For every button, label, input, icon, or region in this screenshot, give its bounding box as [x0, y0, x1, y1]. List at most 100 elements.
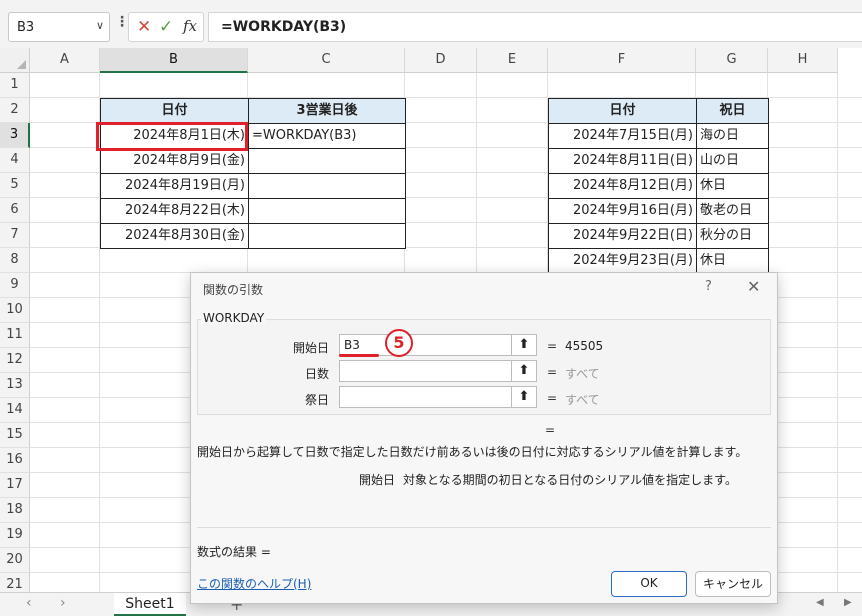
more-options-icon[interactable]: ⋮ [115, 14, 129, 30]
row-header-17[interactable]: 17 [0, 473, 30, 498]
left-table-cell[interactable]: =WORKDAY(B3) [248, 123, 406, 149]
help-icon[interactable]: ? [705, 279, 712, 294]
row-header-9[interactable]: 9 [0, 273, 30, 298]
column-header-a[interactable]: A [30, 48, 100, 73]
column-header-h[interactable]: H [768, 48, 838, 73]
sheet-prev-icon[interactable]: ‹ [26, 595, 32, 611]
right-table-cell[interactable]: 2024年9月23日(月) [548, 248, 697, 274]
row-header-19[interactable]: 19 [0, 523, 30, 548]
row-header-10[interactable]: 10 [0, 298, 30, 323]
right-table-cell[interactable]: 2024年8月12日(月) [548, 173, 697, 199]
function-help-link[interactable]: この関数のヘルプ(H) [197, 575, 311, 592]
right-table-header[interactable]: 日付 [548, 98, 697, 124]
arg-input-days[interactable] [339, 360, 537, 382]
annotation-step-badge: 5 [385, 329, 413, 357]
cancel-icon[interactable]: ✕ [137, 17, 151, 37]
row-header-3[interactable]: 3 [0, 123, 30, 148]
cancel-button[interactable]: キャンセル [695, 571, 771, 597]
grid-column-line [837, 73, 838, 592]
right-table-cell[interactable]: 休日 [696, 173, 769, 199]
right-table-cell[interactable]: 秋分の日 [696, 223, 769, 249]
scroll-left-icon[interactable]: ◀ [816, 597, 824, 608]
row-header-1[interactable]: 1 [0, 73, 30, 98]
ref-select-button-start-date[interactable]: ⬆ [511, 334, 537, 356]
right-table-cell[interactable]: 敬老の日 [696, 198, 769, 224]
arg-result-days: すべて [565, 367, 600, 381]
arg-equals: = [547, 339, 558, 353]
sheet-next-icon[interactable]: › [60, 595, 66, 611]
function-result-equals: = [545, 423, 556, 437]
right-table-cell[interactable]: 海の日 [696, 123, 769, 149]
formula-text: =WORKDAY(B3) [221, 19, 347, 35]
close-icon[interactable]: ✕ [747, 277, 760, 296]
ref-select-button-days[interactable]: ⬆ [511, 360, 537, 382]
row-header-7[interactable]: 7 [0, 223, 30, 248]
dialog-separator [197, 527, 771, 528]
row-header-11[interactable]: 11 [0, 323, 30, 348]
row-header-12[interactable]: 12 [0, 348, 30, 373]
column-header-g[interactable]: G [696, 48, 768, 73]
arg-label-holidays: 祭日 [304, 393, 329, 407]
row-header-16[interactable]: 16 [0, 448, 30, 473]
arg-label-start-date: 開始日 [292, 341, 329, 355]
row-header-20[interactable]: 20 [0, 548, 30, 573]
row-header-2[interactable]: 2 [0, 98, 30, 123]
column-header-e[interactable]: E [477, 48, 548, 73]
right-table-cell[interactable]: 休日 [696, 248, 769, 274]
right-table-cell[interactable]: 山の日 [696, 148, 769, 174]
row-header-14[interactable]: 14 [0, 398, 30, 423]
formula-result-label: 数式の結果 = [197, 545, 271, 559]
arg-equals: = [547, 365, 558, 379]
select-all-corner[interactable] [0, 48, 30, 73]
row-header-6[interactable]: 6 [0, 198, 30, 223]
formula-buttons: ✕ ✓ fx [128, 12, 204, 42]
row-header-21[interactable]: 21 [0, 573, 30, 592]
formula-bar: B3 ∨ ⋮ ✕ ✓ fx =WORKDAY(B3) [0, 0, 862, 48]
column-header-b[interactable]: B [100, 48, 248, 73]
left-table-cell[interactable] [248, 198, 406, 224]
insert-function-icon[interactable]: fx [183, 17, 197, 35]
select-all-triangle-icon [17, 60, 26, 69]
right-table-header[interactable]: 祝日 [696, 98, 769, 124]
right-table-cell[interactable]: 2024年9月22日(日) [548, 223, 697, 249]
row-header-5[interactable]: 5 [0, 173, 30, 198]
row-header-15[interactable]: 15 [0, 423, 30, 448]
left-table-cell[interactable]: 2024年8月30日(金) [100, 223, 249, 249]
right-table-cell[interactable]: 2024年8月11日(日) [548, 148, 697, 174]
arg-equals: = [547, 391, 558, 405]
ref-select-button-holidays[interactable]: ⬆ [511, 386, 537, 408]
row-header-13[interactable]: 13 [0, 373, 30, 398]
left-table-cell[interactable] [248, 223, 406, 249]
left-table-header[interactable]: 日付 [100, 98, 249, 124]
right-table-cell[interactable]: 2024年9月16日(月) [548, 198, 697, 224]
left-table-cell[interactable]: 2024年8月19日(月) [100, 173, 249, 199]
row-header-4[interactable]: 4 [0, 148, 30, 173]
scroll-right-icon[interactable]: ▶ [844, 597, 852, 608]
annotation-underline [339, 354, 379, 357]
left-table-header[interactable]: 3営業日後 [248, 98, 406, 124]
arg-description-name: 開始日 [359, 473, 396, 487]
arg-description-text: 対象となる期間の初日となる日付のシリアル値を指定します。 [403, 473, 737, 487]
function-name: WORKDAY [201, 311, 267, 325]
active-cell-highlight [96, 122, 248, 151]
arg-input-holidays[interactable] [339, 386, 537, 408]
name-box[interactable]: B3 ∨ [8, 12, 110, 42]
ok-button[interactable]: OK [611, 571, 687, 597]
arg-input-start-date[interactable]: B3 [339, 334, 537, 356]
check-icon[interactable]: ✓ [159, 17, 173, 37]
row-header-8[interactable]: 8 [0, 248, 30, 273]
column-header-d[interactable]: D [405, 48, 477, 73]
left-table-cell[interactable]: 2024年8月22日(木) [100, 198, 249, 224]
formula-input[interactable]: =WORKDAY(B3) [208, 12, 862, 42]
left-table-cell[interactable] [248, 148, 406, 174]
right-table-cell[interactable]: 2024年7月15日(月) [548, 123, 697, 149]
left-table-cell[interactable]: 2024年8月9日(金) [100, 148, 249, 174]
chevron-down-icon[interactable]: ∨ [96, 19, 104, 32]
name-box-value: B3 [17, 20, 35, 35]
left-table-cell[interactable] [248, 173, 406, 199]
row-header-18[interactable]: 18 [0, 498, 30, 523]
column-header-f[interactable]: F [548, 48, 696, 73]
function-description: 開始日から起算して日数で指定した日数だけ前あるいは後の日付に対応するシリアル値を… [197, 445, 748, 459]
column-header-c[interactable]: C [248, 48, 405, 73]
sheet-tab-sheet1[interactable]: Sheet1 [114, 593, 186, 616]
